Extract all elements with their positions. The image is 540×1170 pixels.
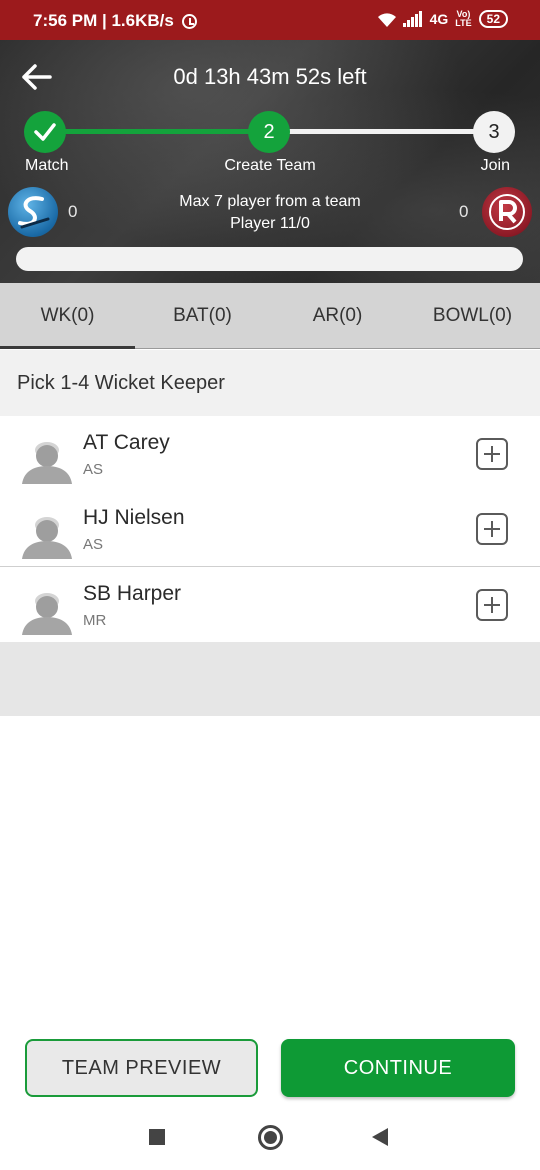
player-team: AS xyxy=(83,461,104,478)
battery-icon: 52 xyxy=(478,10,508,28)
progress-line-pending xyxy=(268,129,494,134)
team-right-count: 0 xyxy=(459,202,469,221)
add-player-icon[interactable] xyxy=(476,589,508,621)
player-team: AS xyxy=(83,536,104,553)
home-icon[interactable] xyxy=(258,1125,283,1150)
list-item: HJ Nielsen AS xyxy=(0,491,540,566)
player-list: AT Carey AS HJ Nielsen AS SB Harper MR xyxy=(0,416,540,641)
role-tabs: WK(0) BAT(0) AR(0) BOWL(0) xyxy=(0,283,540,349)
network-type: 4G xyxy=(429,11,449,27)
pick-instruction: Pick 1-4 Wicket Keeper xyxy=(0,350,540,416)
volte-bottom: LTE xyxy=(455,18,472,28)
team-preview-button[interactable]: TEAM PREVIEW xyxy=(25,1039,258,1097)
step-label-create-team: Create Team xyxy=(224,157,316,174)
add-player-icon[interactable] xyxy=(476,513,508,545)
continue-button[interactable]: CONTINUE xyxy=(281,1039,515,1097)
step-match-check-icon xyxy=(24,111,66,153)
wifi-icon xyxy=(376,12,396,27)
volte-indicator: Vo) LTE xyxy=(455,10,471,28)
player-avatar-icon xyxy=(20,434,74,484)
tab-wk[interactable]: WK(0) xyxy=(0,283,135,349)
status-bar: 7:56 PM | 1.6KB/s 4G Vo) LTE 52 xyxy=(0,0,540,40)
team-logo-right xyxy=(482,187,532,237)
tab-bat[interactable]: BAT(0) xyxy=(135,283,270,348)
battery-level: 52 xyxy=(486,12,500,26)
player-name: SB Harper xyxy=(83,582,182,605)
countdown-timer: 0d 13h 43m 52s left xyxy=(173,64,367,89)
list-footer xyxy=(0,642,540,716)
tab-bowl[interactable]: BOWL(0) xyxy=(405,283,540,348)
alarm-icon xyxy=(181,13,197,29)
tab-ar[interactable]: AR(0) xyxy=(270,283,405,348)
player-selection-progress-bar xyxy=(16,247,523,271)
list-item: AT Carey AS xyxy=(0,416,540,491)
player-avatar-icon xyxy=(20,509,74,559)
player-avatar-icon xyxy=(20,585,74,635)
player-team: MR xyxy=(83,612,107,629)
status-left: 7:56 PM | 1.6KB/s xyxy=(33,11,197,31)
signal-icon xyxy=(402,11,423,27)
add-player-icon[interactable] xyxy=(476,438,508,470)
progress-line-done xyxy=(46,129,268,134)
player-name: HJ Nielsen xyxy=(83,506,185,529)
recent-apps-icon[interactable] xyxy=(149,1129,165,1145)
status-right: 4G Vo) LTE 52 xyxy=(376,10,508,28)
status-time-speed: 7:56 PM | 1.6KB/s xyxy=(33,11,174,30)
player-name: AT Carey xyxy=(83,431,170,454)
step-join: 3 xyxy=(473,111,515,153)
step-create-team: 2 xyxy=(248,111,290,153)
list-item: SB Harper MR xyxy=(0,566,540,641)
step-label-join: Join xyxy=(480,157,510,174)
match-header: 0d 13h 43m 52s left 2 3 Match Create Tea… xyxy=(0,40,540,283)
back-nav-icon[interactable] xyxy=(372,1128,388,1146)
